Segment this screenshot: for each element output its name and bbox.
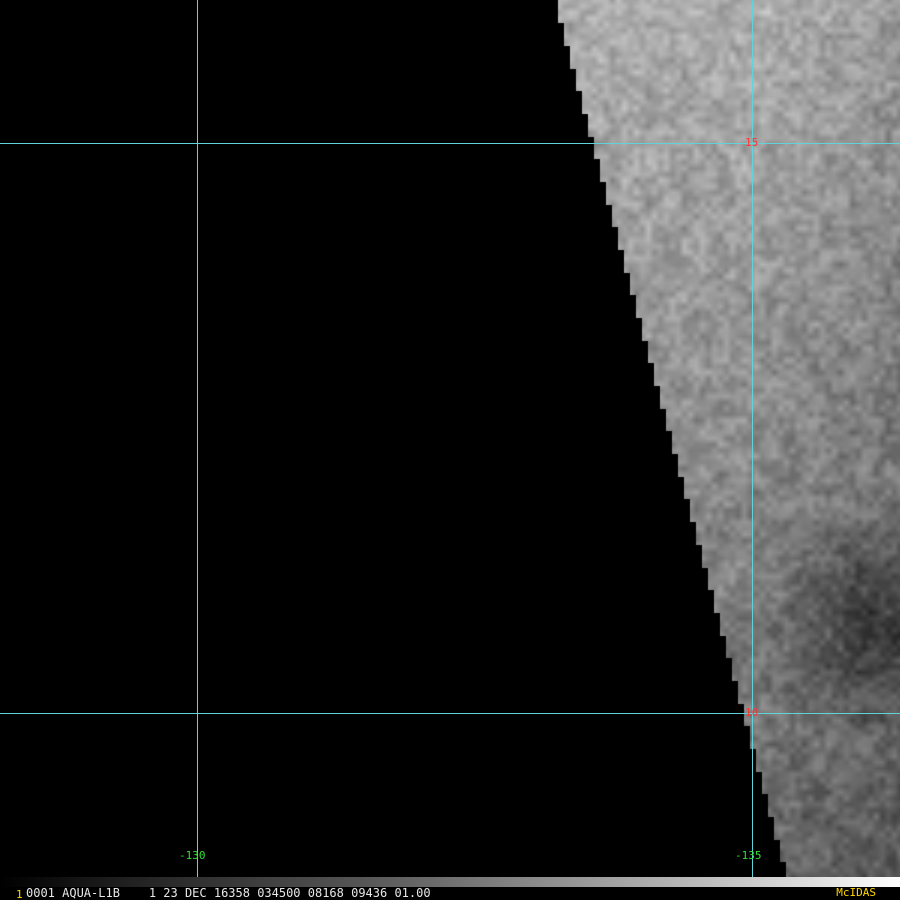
latitude-gridline-15 — [0, 143, 900, 144]
satellite-image-viewer[interactable]: 15 10 -130 -135 1 0001 AQUA-L1B 1 23 DEC… — [0, 0, 900, 900]
longitude-gridline-130 — [197, 0, 198, 887]
frame-number: 1 — [16, 888, 23, 900]
longitude-label: -130 — [179, 849, 206, 862]
longitude-label: -135 — [735, 849, 762, 862]
latitude-gridline-10 — [0, 713, 900, 714]
software-tag: McIDAS — [836, 886, 876, 899]
image-info-text: 0001 AQUA-L1B 1 23 DEC 16358 034500 0816… — [26, 886, 431, 900]
latitude-label: 15 — [745, 136, 759, 149]
longitude-gridline-135 — [752, 0, 753, 887]
satellite-swath-image — [0, 0, 900, 877]
latitude-label: 10 — [745, 706, 759, 719]
